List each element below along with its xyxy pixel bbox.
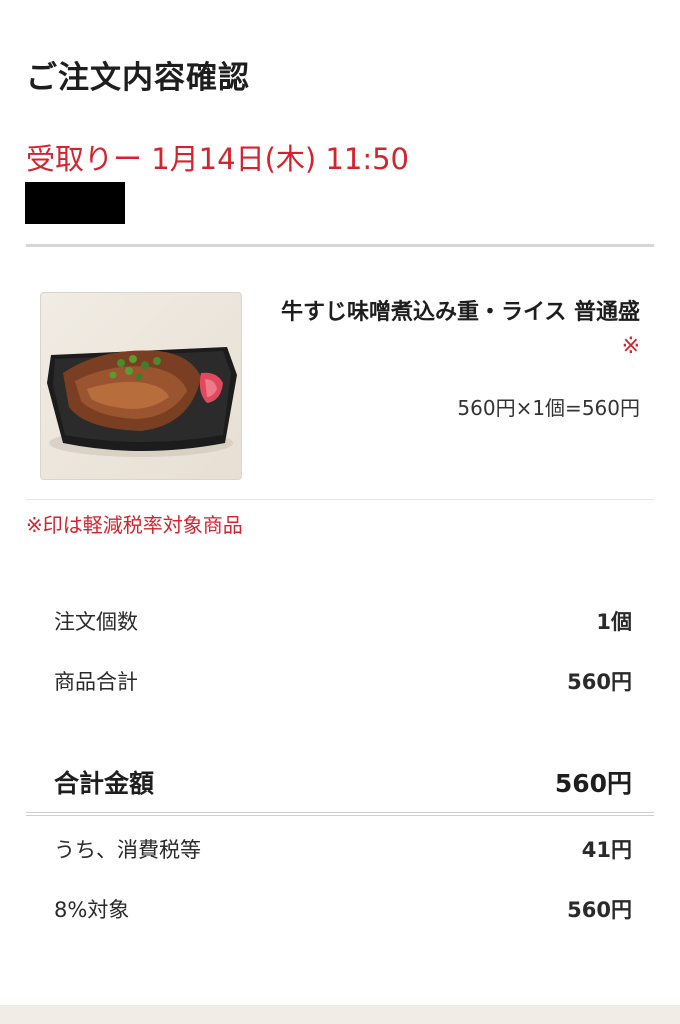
tax-label: うち、消費税等 [54, 838, 201, 862]
bento-illustration [47, 347, 237, 457]
redacted-block [25, 182, 125, 224]
product-name-text: 牛すじ味噌煮込み重・ライス 普通盛 [280, 300, 640, 325]
total-row: 合計金額 560円 [54, 764, 632, 800]
total-value: 560円 [554, 769, 632, 798]
quantity-value: 1個 [596, 610, 632, 634]
page-title: ご注文内容確認 [26, 60, 250, 96]
tax-rate-label: 8%対象 [54, 898, 130, 922]
subtotal-row: 商品合計 560円 [54, 666, 632, 696]
item-divider [26, 499, 654, 500]
quantity-label: 注文個数 [54, 610, 138, 634]
total-divider [26, 812, 654, 816]
quantity-row: 注文個数 1個 [54, 606, 632, 636]
product-name: 牛すじ味噌煮込み重・ライス 普通盛 ※ [260, 296, 640, 364]
subtotal-label: 商品合計 [54, 670, 138, 694]
reduced-tax-mark: ※ [621, 334, 640, 359]
total-label: 合計金額 [54, 769, 155, 798]
subtotal-value: 560円 [567, 670, 632, 694]
order-confirmation-page: ご注文内容確認 受取りー 1月14日(木) 11:50 牛すじ味噌煮込み重・ライ… [0, 0, 680, 1024]
section-divider [26, 244, 654, 247]
tax-value: 41円 [581, 838, 632, 862]
product-image [40, 292, 242, 480]
tax-rate-value: 560円 [567, 898, 632, 922]
tax-row: うち、消費税等 41円 [54, 834, 632, 864]
footer-band [0, 1005, 680, 1024]
tax-rate-row: 8%対象 560円 [54, 894, 632, 924]
product-price-line: 560円×1個=560円 [457, 396, 640, 420]
reduced-tax-note: ※印は軽減税率対象商品 [26, 513, 243, 537]
pickup-datetime: 受取りー 1月14日(木) 11:50 [26, 142, 409, 176]
